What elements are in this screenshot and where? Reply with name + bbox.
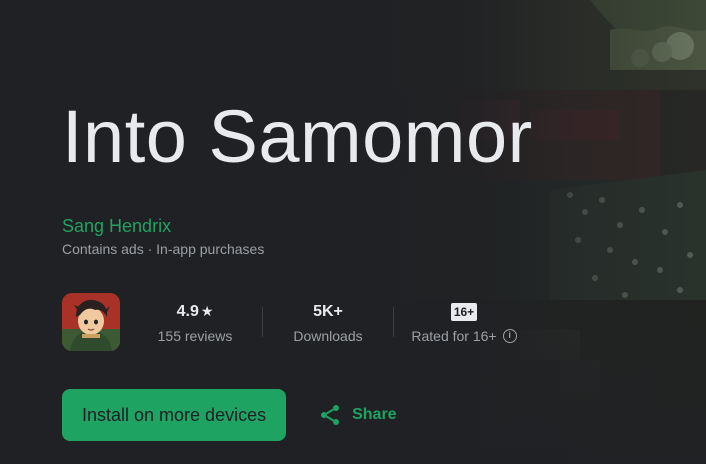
age-rating-label: Rated for 16+ bbox=[411, 327, 497, 344]
app-header: Into Samomor Sang Hendrix Contains ads ·… bbox=[62, 0, 706, 464]
age-rating-badge: 16+ bbox=[451, 302, 477, 321]
info-icon[interactable]: i bbox=[502, 328, 517, 343]
app-stats-row: 4.9 ★ 155 reviews 5K+ Downloads 16+ Rate… bbox=[62, 292, 534, 352]
install-button[interactable]: Install on more devices bbox=[62, 389, 287, 441]
rating-stat[interactable]: 4.9 ★ 155 reviews bbox=[128, 293, 262, 351]
share-icon bbox=[321, 405, 340, 425]
action-row: Install on more devices Share bbox=[62, 389, 399, 441]
share-button[interactable]: Share bbox=[316, 389, 398, 441]
downloads-value: 5K+ bbox=[313, 302, 343, 320]
downloads-label: Downloads bbox=[293, 327, 363, 344]
star-icon: ★ bbox=[200, 303, 214, 319]
rating-value: 4.9 bbox=[176, 302, 199, 320]
content-rating-stat[interactable]: 16+ Rated for 16+ i bbox=[394, 293, 534, 351]
ads-and-purchases-notice: Contains ads · In-app purchases bbox=[62, 241, 265, 257]
app-title: Into Samomor bbox=[62, 95, 533, 178]
developer-link[interactable]: Sang Hendrix bbox=[62, 216, 171, 237]
game-character-icon bbox=[62, 293, 120, 351]
reviews-count: 155 reviews bbox=[157, 327, 233, 344]
downloads-stat: 5K+ Downloads bbox=[263, 293, 393, 351]
share-label: Share bbox=[352, 406, 397, 423]
